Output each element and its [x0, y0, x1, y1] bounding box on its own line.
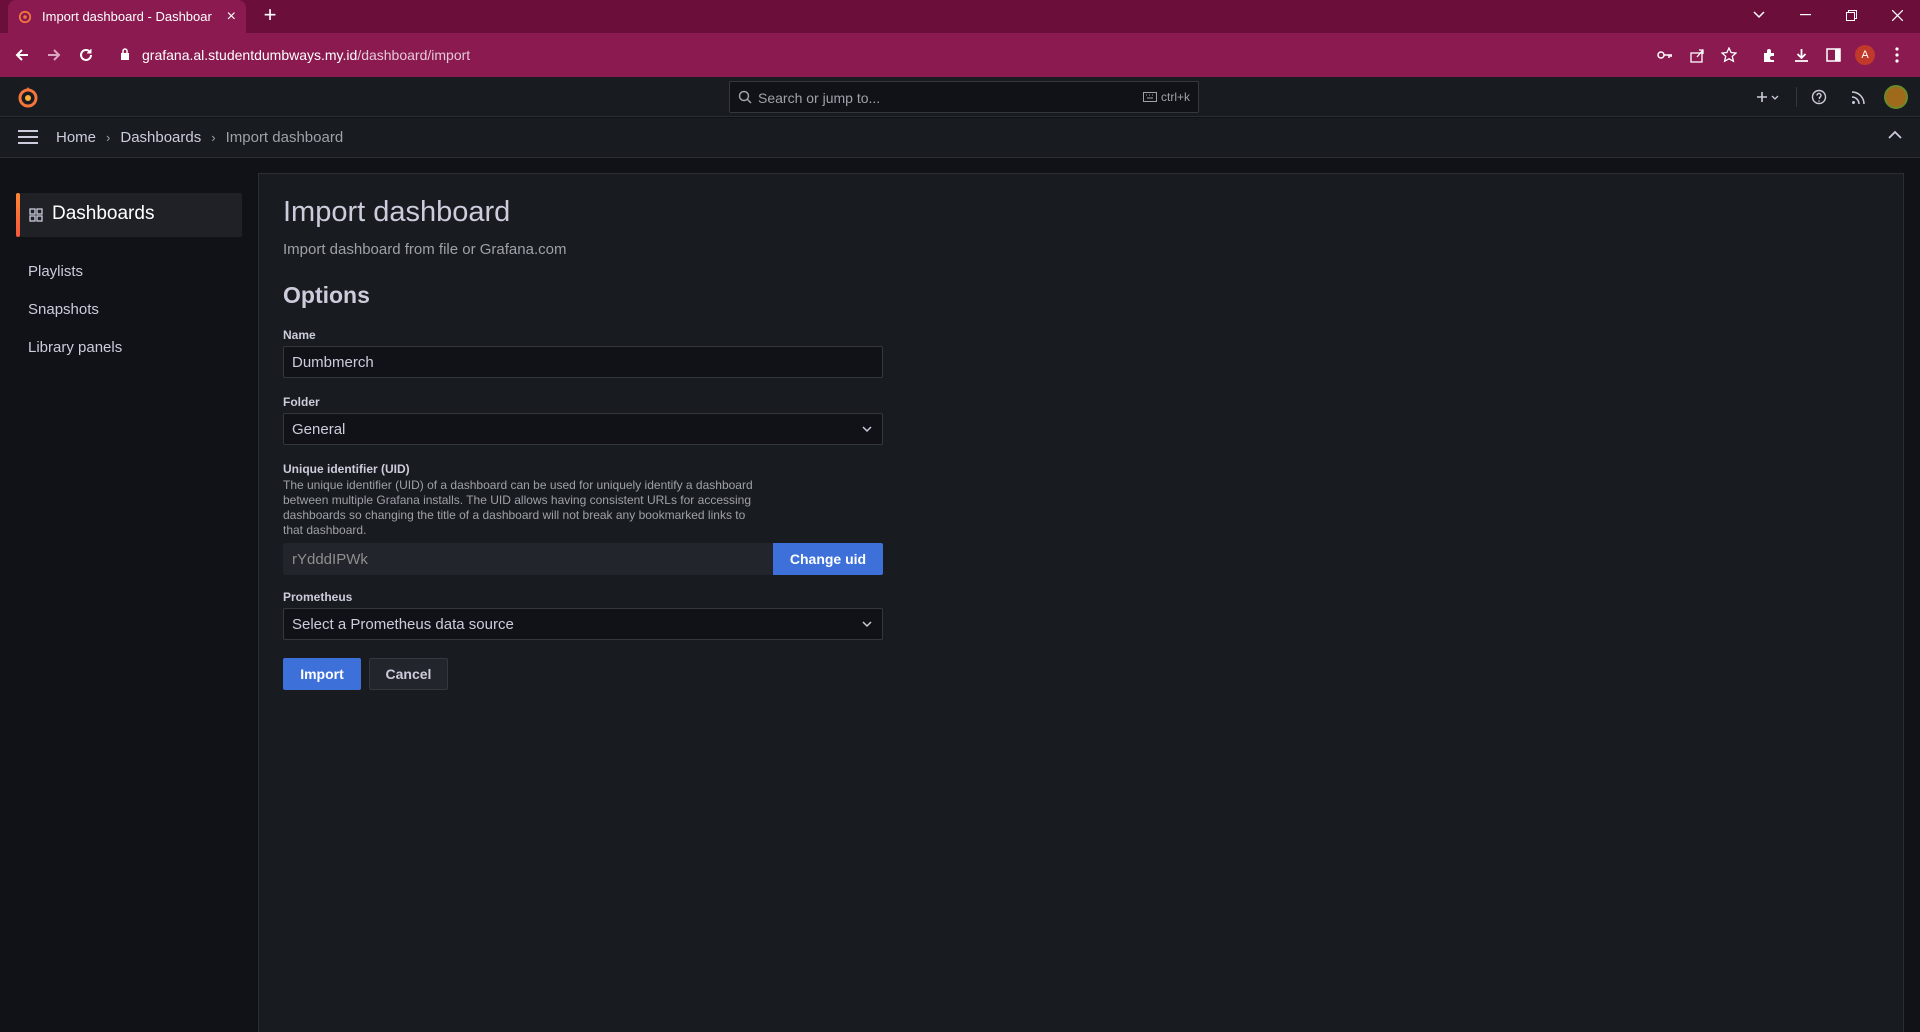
- browser-menu-icon[interactable]: [1885, 43, 1909, 67]
- search-icon: [738, 90, 752, 104]
- browser-toolbar: grafana.al.studentdumbways.my.id/dashboa…: [0, 33, 1920, 77]
- profile-avatar[interactable]: A: [1853, 43, 1877, 67]
- search-placeholder: Search or jump to...: [758, 90, 881, 106]
- breadcrumb-home[interactable]: Home: [56, 129, 96, 146]
- address-bar[interactable]: grafana.al.studentdumbways.my.id/dashboa…: [108, 40, 1903, 70]
- cancel-button[interactable]: Cancel: [369, 658, 448, 690]
- url-text: grafana.al.studentdumbways.my.id/dashboa…: [142, 47, 471, 63]
- sidebar-item-snapshots[interactable]: Snapshots: [28, 301, 99, 318]
- bookmark-star-icon[interactable]: [1717, 43, 1741, 67]
- news-rss-icon[interactable]: [1846, 85, 1870, 109]
- main-panel: Import dashboard Import dashboard from f…: [258, 173, 1904, 1032]
- menu-toggle-icon[interactable]: [18, 129, 38, 145]
- datasource-select[interactable]: Select a Prometheus data source: [283, 608, 883, 640]
- datasource-label: Prometheus: [283, 590, 353, 604]
- tab-search-icon[interactable]: [1736, 0, 1782, 30]
- grafana-favicon-icon: [18, 10, 32, 23]
- new-tab-button[interactable]: +: [258, 4, 282, 28]
- uid-description: The unique identifier (UID) of a dashboa…: [283, 478, 753, 537]
- name-value: Dumbmerch: [292, 354, 374, 371]
- tab-close-icon[interactable]: ×: [227, 8, 236, 25]
- folder-label: Folder: [283, 395, 320, 409]
- sidebar-item-library-panels[interactable]: Library panels: [28, 339, 122, 356]
- grafana-top-nav: Search or jump to... ctrl+k: [0, 77, 1920, 117]
- breadcrumb: Home › Dashboards › Import dashboard: [56, 129, 343, 146]
- download-icon[interactable]: [1789, 43, 1813, 67]
- breadcrumb-bar: Home › Dashboards › Import dashboard: [0, 118, 1920, 158]
- chevron-down-icon: [862, 621, 872, 628]
- breadcrumb-separator: ›: [211, 130, 216, 145]
- uid-value: rYdddIPWk: [292, 551, 368, 568]
- keyboard-icon: [1142, 92, 1157, 102]
- name-input[interactable]: Dumbmerch: [283, 346, 883, 378]
- close-window-button[interactable]: [1874, 0, 1920, 30]
- grafana-logo-icon[interactable]: [16, 85, 40, 109]
- uid-label: Unique identifier (UID): [283, 462, 410, 476]
- apps-grid-icon: [29, 208, 43, 222]
- add-new-button[interactable]: [1752, 85, 1786, 109]
- datasource-placeholder: Select a Prometheus data source: [292, 616, 514, 633]
- extensions-icon[interactable]: [1757, 43, 1781, 67]
- section-sidebar: Dashboards Playlists Snapshots Library p…: [0, 159, 258, 1032]
- sidebar-active-label: Dashboards: [52, 203, 155, 224]
- forward-icon[interactable]: [42, 43, 66, 67]
- password-key-icon[interactable]: [1653, 43, 1677, 67]
- import-button[interactable]: Import: [283, 658, 361, 690]
- breadcrumb-dashboards[interactable]: Dashboards: [120, 129, 201, 146]
- search-input[interactable]: Search or jump to... ctrl+k: [729, 81, 1199, 113]
- back-icon[interactable]: [10, 43, 34, 67]
- uid-input: rYdddIPWk: [283, 543, 773, 575]
- breadcrumb-separator: ›: [106, 130, 111, 145]
- sidebar-item-playlists[interactable]: Playlists: [28, 263, 83, 280]
- lock-icon: [121, 48, 129, 60]
- side-panel-icon[interactable]: [1821, 43, 1845, 67]
- help-icon[interactable]: [1807, 85, 1831, 109]
- name-label: Name: [283, 328, 316, 342]
- share-icon[interactable]: [1685, 43, 1709, 67]
- folder-value: General: [292, 421, 346, 438]
- options-heading: Options: [283, 282, 370, 308]
- restore-button[interactable]: [1828, 0, 1874, 30]
- change-uid-button[interactable]: Change uid: [773, 543, 883, 575]
- page-title: Import dashboard: [283, 196, 511, 228]
- page-subtitle: Import dashboard from file or Grafana.co…: [283, 241, 567, 258]
- sidebar-item-dashboards[interactable]: Dashboards: [16, 193, 242, 237]
- browser-tab-bar: Import dashboard - Dashboards × +: [0, 0, 1920, 33]
- browser-tab[interactable]: Import dashboard - Dashboards ×: [8, 0, 246, 33]
- search-shortcut: ctrl+k: [1142, 90, 1190, 104]
- reload-icon[interactable]: [74, 43, 98, 67]
- chevron-down-icon: [862, 426, 872, 433]
- chevron-up-icon[interactable]: [1888, 130, 1902, 140]
- breadcrumb-current: Import dashboard: [225, 129, 344, 146]
- minimize-button[interactable]: [1782, 0, 1828, 30]
- folder-select[interactable]: General: [283, 413, 883, 445]
- tab-title: Import dashboard - Dashboards: [42, 9, 212, 24]
- user-avatar[interactable]: [1884, 85, 1908, 109]
